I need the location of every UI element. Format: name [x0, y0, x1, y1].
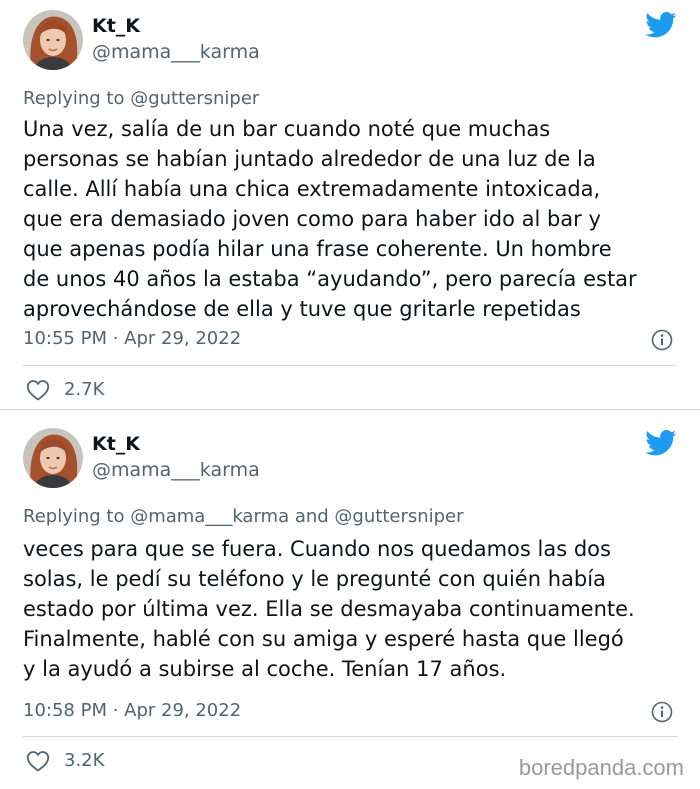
tweet-text-line: y la ayudó a subirse al coche. Tenían 17… — [23, 657, 507, 681]
tweet-text-line: Finalmente, hablé con su amiga y esperé … — [23, 627, 624, 651]
tweet-text-line: de unos 40 años la estaba “ayudando”, pe… — [23, 267, 637, 291]
tweet-card[interactable]: Kt_K @mama___karma Replying to @guttersn… — [0, 0, 700, 409]
avatar[interactable] — [23, 10, 83, 70]
tweet-body: Una vez, salía de un bar cuando noté que… — [23, 114, 688, 324]
tweet-timestamp[interactable]: 10:58 PM · Apr 29, 2022 — [23, 700, 241, 722]
heart-icon[interactable] — [26, 379, 50, 401]
like-count: 3.2K — [64, 750, 105, 771]
like-action[interactable]: 3.2K — [26, 749, 104, 773]
tweet-text-line: aprovechándose de ella y tuve que gritar… — [23, 297, 581, 321]
twitter-bird-icon[interactable] — [645, 12, 677, 38]
tweet-text-line: Una vez, salía de un bar cuando noté que… — [23, 117, 551, 141]
tweet-text-line: que era demasiado joven como para haber … — [23, 207, 601, 231]
tweet-body: veces para que se fuera. Cuando nos qued… — [23, 534, 688, 684]
watermark: boredpanda.com — [518, 755, 684, 780]
heart-icon[interactable] — [26, 750, 50, 772]
tweet-text-line: calle. Allí había una chica extremadamen… — [23, 177, 601, 201]
replying-to: Replying to @mama___karma and @guttersni… — [23, 506, 464, 527]
like-action[interactable]: 2.7K — [26, 378, 104, 402]
twitter-bird-icon[interactable] — [645, 430, 677, 456]
tweet-text-line: veces para que se fuera. Cuando nos qued… — [23, 537, 611, 561]
tweet-card[interactable]: Kt_K @mama___karma Replying to @mama___k… — [0, 410, 700, 789]
tweet-text-line: personas se habían juntado alrededor de … — [23, 147, 596, 171]
divider — [23, 365, 677, 366]
avatar[interactable] — [23, 428, 83, 488]
info-icon[interactable] — [651, 701, 673, 723]
replying-to: Replying to @guttersniper — [23, 88, 260, 109]
tweet-text-line: que apenas podía hilar una frase coheren… — [23, 237, 612, 261]
user-handle[interactable]: @mama___karma — [92, 459, 260, 481]
display-name[interactable]: Kt_K — [92, 15, 140, 37]
like-count: 2.7K — [64, 379, 105, 400]
user-handle[interactable]: @mama___karma — [92, 41, 260, 63]
divider — [23, 736, 677, 737]
tweet-timestamp[interactable]: 10:55 PM · Apr 29, 2022 — [23, 328, 241, 350]
tweet-text-line: estado por última vez. Ella se desmayaba… — [23, 597, 635, 621]
tweet-text-line: solas, le pedí su teléfono y le pregunté… — [23, 567, 606, 591]
info-icon[interactable] — [651, 329, 673, 351]
display-name[interactable]: Kt_K — [92, 433, 140, 455]
